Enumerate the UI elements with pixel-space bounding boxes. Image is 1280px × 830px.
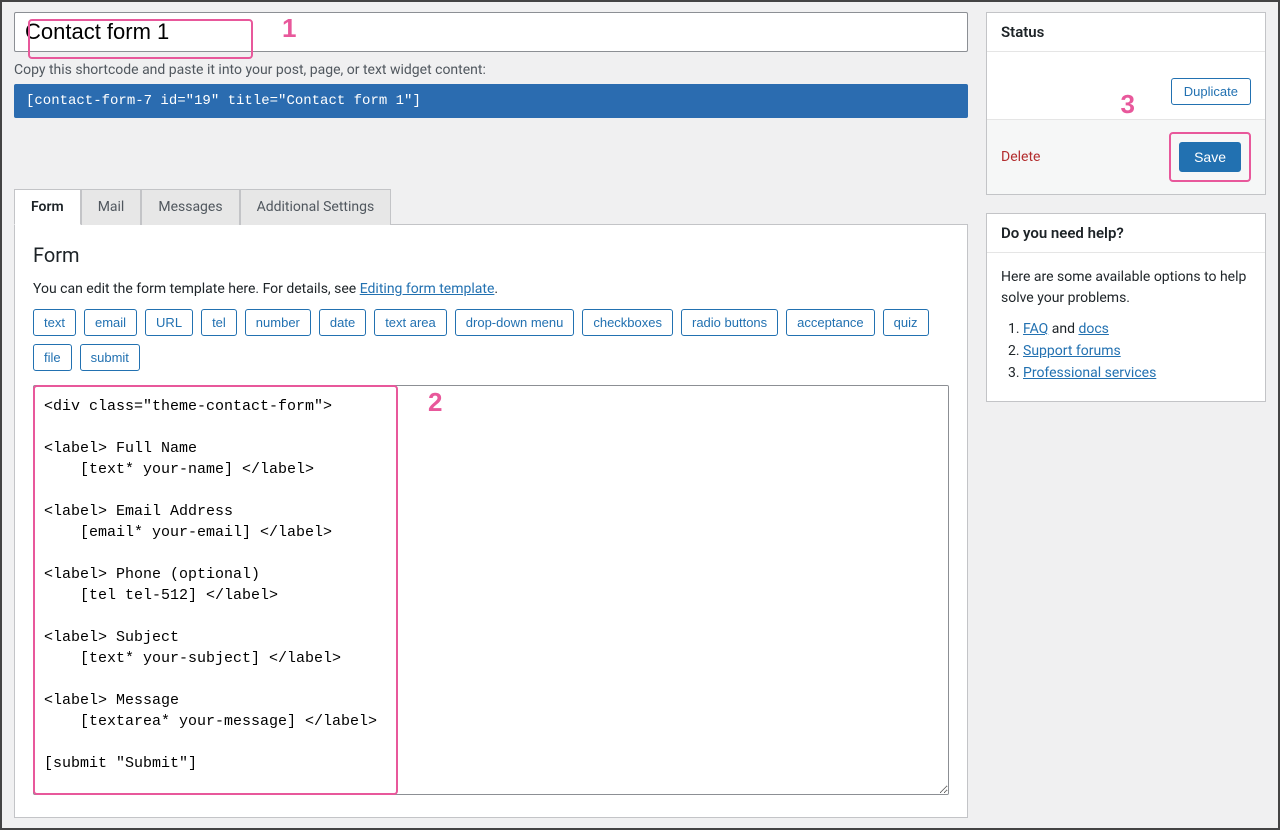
tag-radio-button[interactable]: radio buttons (681, 309, 778, 336)
tag-url-button[interactable]: URL (145, 309, 193, 336)
form-title-input[interactable] (14, 12, 968, 52)
faq-link[interactable]: FAQ (1023, 321, 1048, 337)
status-box: Status Duplicate Delete Save 3 (986, 12, 1266, 195)
help-item-pro: Professional services (1023, 365, 1251, 381)
panel-hint: You can edit the form template here. For… (33, 281, 949, 297)
tag-acceptance-button[interactable]: acceptance (786, 309, 875, 336)
tag-submit-button[interactable]: submit (80, 344, 140, 371)
tab-form[interactable]: Form (14, 189, 81, 225)
help-header: Do you need help? (987, 214, 1265, 253)
tag-number-button[interactable]: number (245, 309, 311, 336)
status-header: Status (987, 13, 1265, 52)
tag-quiz-button[interactable]: quiz (883, 309, 929, 336)
tag-tel-button[interactable]: tel (201, 309, 237, 336)
support-forums-link[interactable]: Support forums (1023, 343, 1121, 359)
duplicate-button[interactable]: Duplicate (1171, 78, 1251, 105)
panel-hint-post: . (494, 281, 498, 297)
tag-dropdown-button[interactable]: drop-down menu (455, 309, 575, 336)
tag-date-button[interactable]: date (319, 309, 366, 336)
tag-file-button[interactable]: file (33, 344, 72, 371)
tabs: Form Mail Messages Additional Settings (14, 188, 968, 225)
form-template-textarea[interactable] (33, 385, 949, 795)
delete-link[interactable]: Delete (1001, 149, 1040, 165)
tag-button-row: text email URL tel number date text area… (33, 309, 949, 371)
tab-additional-settings[interactable]: Additional Settings (240, 189, 392, 225)
annotation-highlight-3: Save (1169, 132, 1251, 182)
professional-services-link[interactable]: Professional services (1023, 365, 1156, 381)
docs-link[interactable]: docs (1078, 321, 1108, 337)
form-panel: Form You can edit the form template here… (14, 225, 968, 818)
panel-heading: Form (33, 243, 949, 267)
tag-checkboxes-button[interactable]: checkboxes (582, 309, 673, 336)
help-item-faq: FAQ and docs (1023, 321, 1251, 337)
help-box: Do you need help? Here are some availabl… (986, 213, 1266, 402)
tab-mail[interactable]: Mail (81, 189, 142, 225)
help-item-support: Support forums (1023, 343, 1251, 359)
shortcode-hint: Copy this shortcode and paste it into yo… (14, 62, 968, 78)
save-button[interactable]: Save (1179, 142, 1241, 172)
tag-textarea-button[interactable]: text area (374, 309, 447, 336)
tag-text-button[interactable]: text (33, 309, 76, 336)
editing-template-link[interactable]: Editing form template (360, 281, 495, 297)
tab-messages[interactable]: Messages (141, 189, 239, 225)
panel-hint-pre: You can edit the form template here. For… (33, 281, 360, 297)
help-hint: Here are some available options to help … (1001, 267, 1251, 309)
shortcode-display[interactable]: [contact-form-7 id="19" title="Contact f… (14, 84, 968, 118)
help-and-text: and (1048, 321, 1078, 337)
tag-email-button[interactable]: email (84, 309, 137, 336)
help-list: FAQ and docs Support forums Professional… (1001, 321, 1251, 381)
